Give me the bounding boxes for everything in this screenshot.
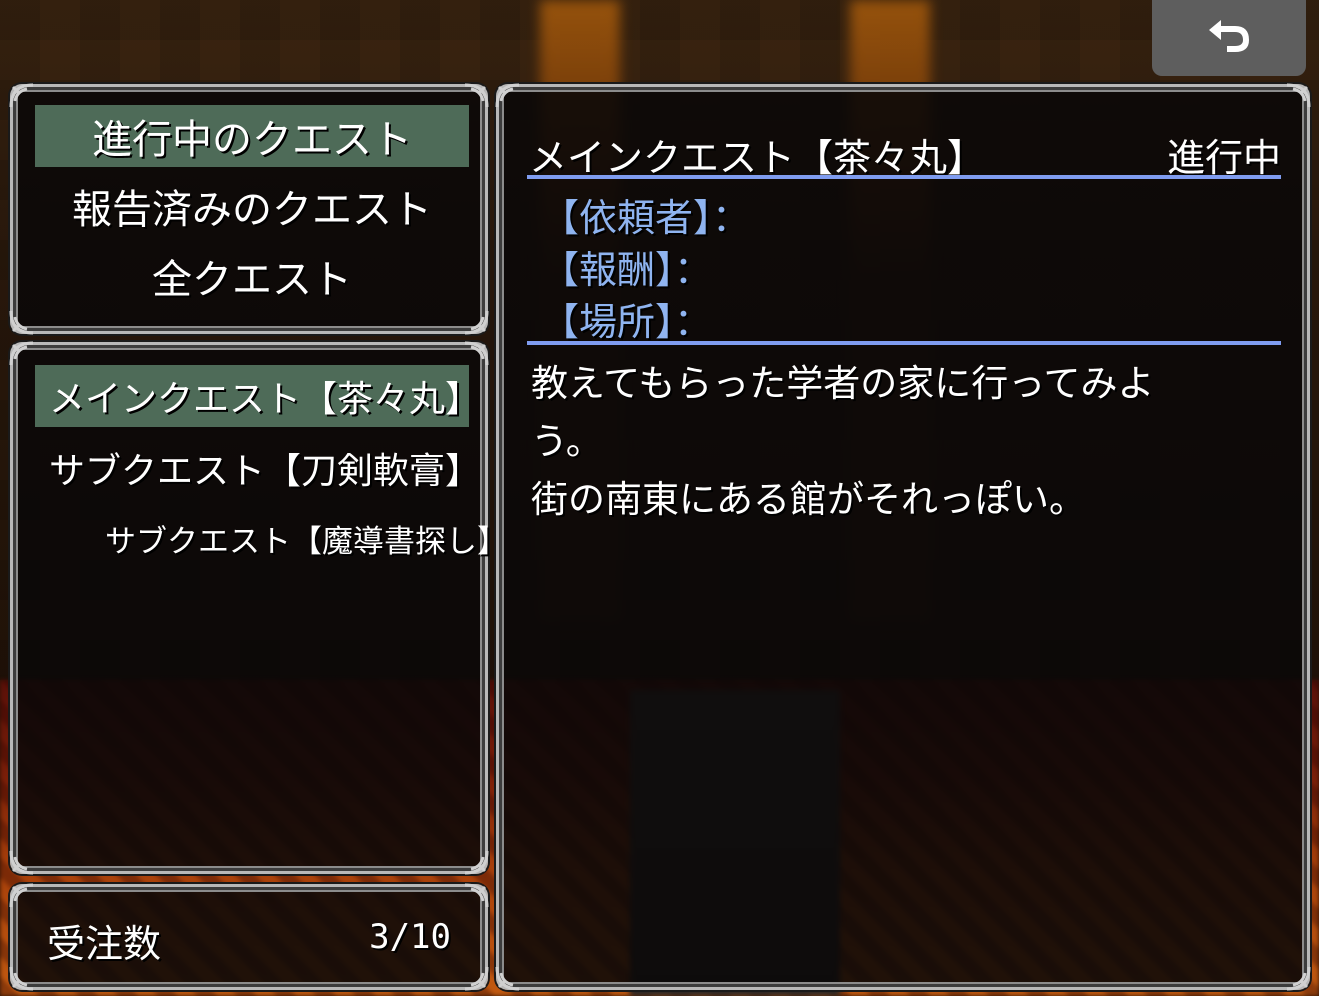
category-window: 進行中のクエスト 報告済みのクエスト 全クエスト [9, 83, 489, 335]
category-all[interactable]: 全クエスト [35, 245, 469, 307]
category-reported[interactable]: 報告済みのクエスト [35, 175, 469, 237]
accepted-count-label: 受注数 [47, 922, 162, 966]
description-line: う。 [531, 420, 603, 463]
quest-title-row: メインクエスト【茶々丸】 進行中 [529, 127, 1281, 182]
back-arrow-icon [1209, 20, 1249, 52]
quest-detail-window: メインクエスト【茶々丸】 進行中 【依頼者】： 【報酬】： 【場所】： 教えても… [495, 83, 1311, 991]
quest-item-label: メインクエスト【茶々丸】 [49, 379, 482, 420]
category-label: 報告済みのクエスト [72, 187, 432, 233]
category-label: 進行中のクエスト [92, 117, 412, 163]
field-location-label: 【場所】： [541, 300, 713, 344]
divider [527, 175, 1281, 179]
field-client-label: 【依頼者】： [541, 196, 751, 240]
quest-title: メインクエスト【茶々丸】 [529, 136, 986, 180]
description-line: 教えてもらった学者の家に行ってみよ [531, 362, 1155, 405]
field-reward: 【報酬】： [541, 239, 712, 294]
quest-description: 教えてもらった学者の家に行ってみよ う。 街の南東にある館がそれっぽい。 [531, 355, 1271, 529]
field-reward-label: 【報酬】： [541, 248, 713, 292]
quest-count-window: 受注数 3/10 [9, 883, 489, 991]
category-label: 全クエスト [152, 257, 352, 303]
accepted-count-value: 3/10 [369, 917, 451, 957]
quest-item-main[interactable]: メインクエスト【茶々丸】 [35, 365, 481, 427]
quest-item-sub-ointment[interactable]: サブクエスト【刀剣軟膏】 [35, 437, 481, 499]
description-line: 街の南東にある館がそれっぽい。 [531, 478, 1086, 521]
quest-item-label: サブクエスト【刀剣軟膏】 [49, 451, 482, 492]
quest-item-sub-grimoire[interactable]: サブクエスト【魔導書探し】 [35, 507, 508, 569]
field-location: 【場所】： [541, 291, 712, 346]
back-button[interactable] [1152, 0, 1306, 76]
quest-status: 進行中 [1166, 136, 1281, 180]
quest-item-label: サブクエスト【魔導書探し】 [105, 523, 508, 560]
category-in-progress[interactable]: 進行中のクエスト [35, 105, 469, 167]
field-client: 【依頼者】： [541, 187, 750, 242]
divider [527, 341, 1281, 345]
quest-list-window: メインクエスト【茶々丸】 サブクエスト【刀剣軟膏】 サブクエスト【魔導書探し】 [9, 341, 508, 875]
